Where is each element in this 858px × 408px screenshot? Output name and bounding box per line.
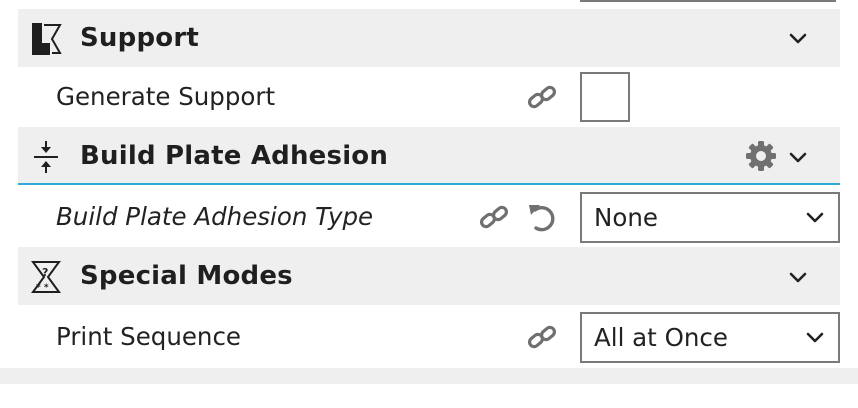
print-sequence-dropdown[interactable]: All at Once <box>580 312 840 363</box>
adhesion-type-dropdown[interactable]: None <box>580 192 840 243</box>
setting-generate-support: Generate Support <box>18 67 840 127</box>
support-icon <box>28 21 64 57</box>
svg-text:?: ? <box>42 266 48 279</box>
category-title: Special Modes <box>80 261 293 291</box>
panel-footer <box>0 368 858 384</box>
category-support[interactable]: Support <box>18 9 840 67</box>
dropdown-value: All at Once <box>594 323 728 352</box>
chevron-down-icon[interactable] <box>786 145 810 169</box>
previous-setting-field-edge[interactable] <box>580 0 836 2</box>
chevron-down-icon[interactable] <box>786 26 810 50</box>
chevron-down-icon <box>803 325 827 349</box>
category-build-plate-adhesion[interactable]: Build Plate Adhesion <box>18 127 840 185</box>
special-modes-icon: ? * * <box>28 259 64 295</box>
setting-label: Build Plate Adhesion Type <box>56 202 374 231</box>
active-category-underline <box>18 183 840 185</box>
gear-icon[interactable] <box>744 139 778 173</box>
setting-build-plate-adhesion-type: Build Plate Adhesion Type None <box>18 187 840 247</box>
link-icon[interactable] <box>526 321 558 353</box>
adhesion-icon <box>28 139 64 175</box>
setting-label: Generate Support <box>56 82 276 111</box>
dropdown-value: None <box>594 203 658 232</box>
setting-print-sequence: Print Sequence All at Once <box>18 307 840 367</box>
link-icon[interactable] <box>526 81 558 113</box>
chevron-down-icon[interactable] <box>786 265 810 289</box>
chevron-down-icon <box>803 205 827 229</box>
category-special-modes[interactable]: ? * * Special Modes <box>18 247 840 305</box>
setting-label: Print Sequence <box>56 322 241 351</box>
link-icon[interactable] <box>478 201 510 233</box>
category-title: Support <box>80 23 199 53</box>
svg-text:* *: * * <box>36 283 49 293</box>
generate-support-checkbox[interactable] <box>580 72 630 122</box>
reset-icon[interactable] <box>526 201 558 233</box>
category-title: Build Plate Adhesion <box>80 141 389 171</box>
